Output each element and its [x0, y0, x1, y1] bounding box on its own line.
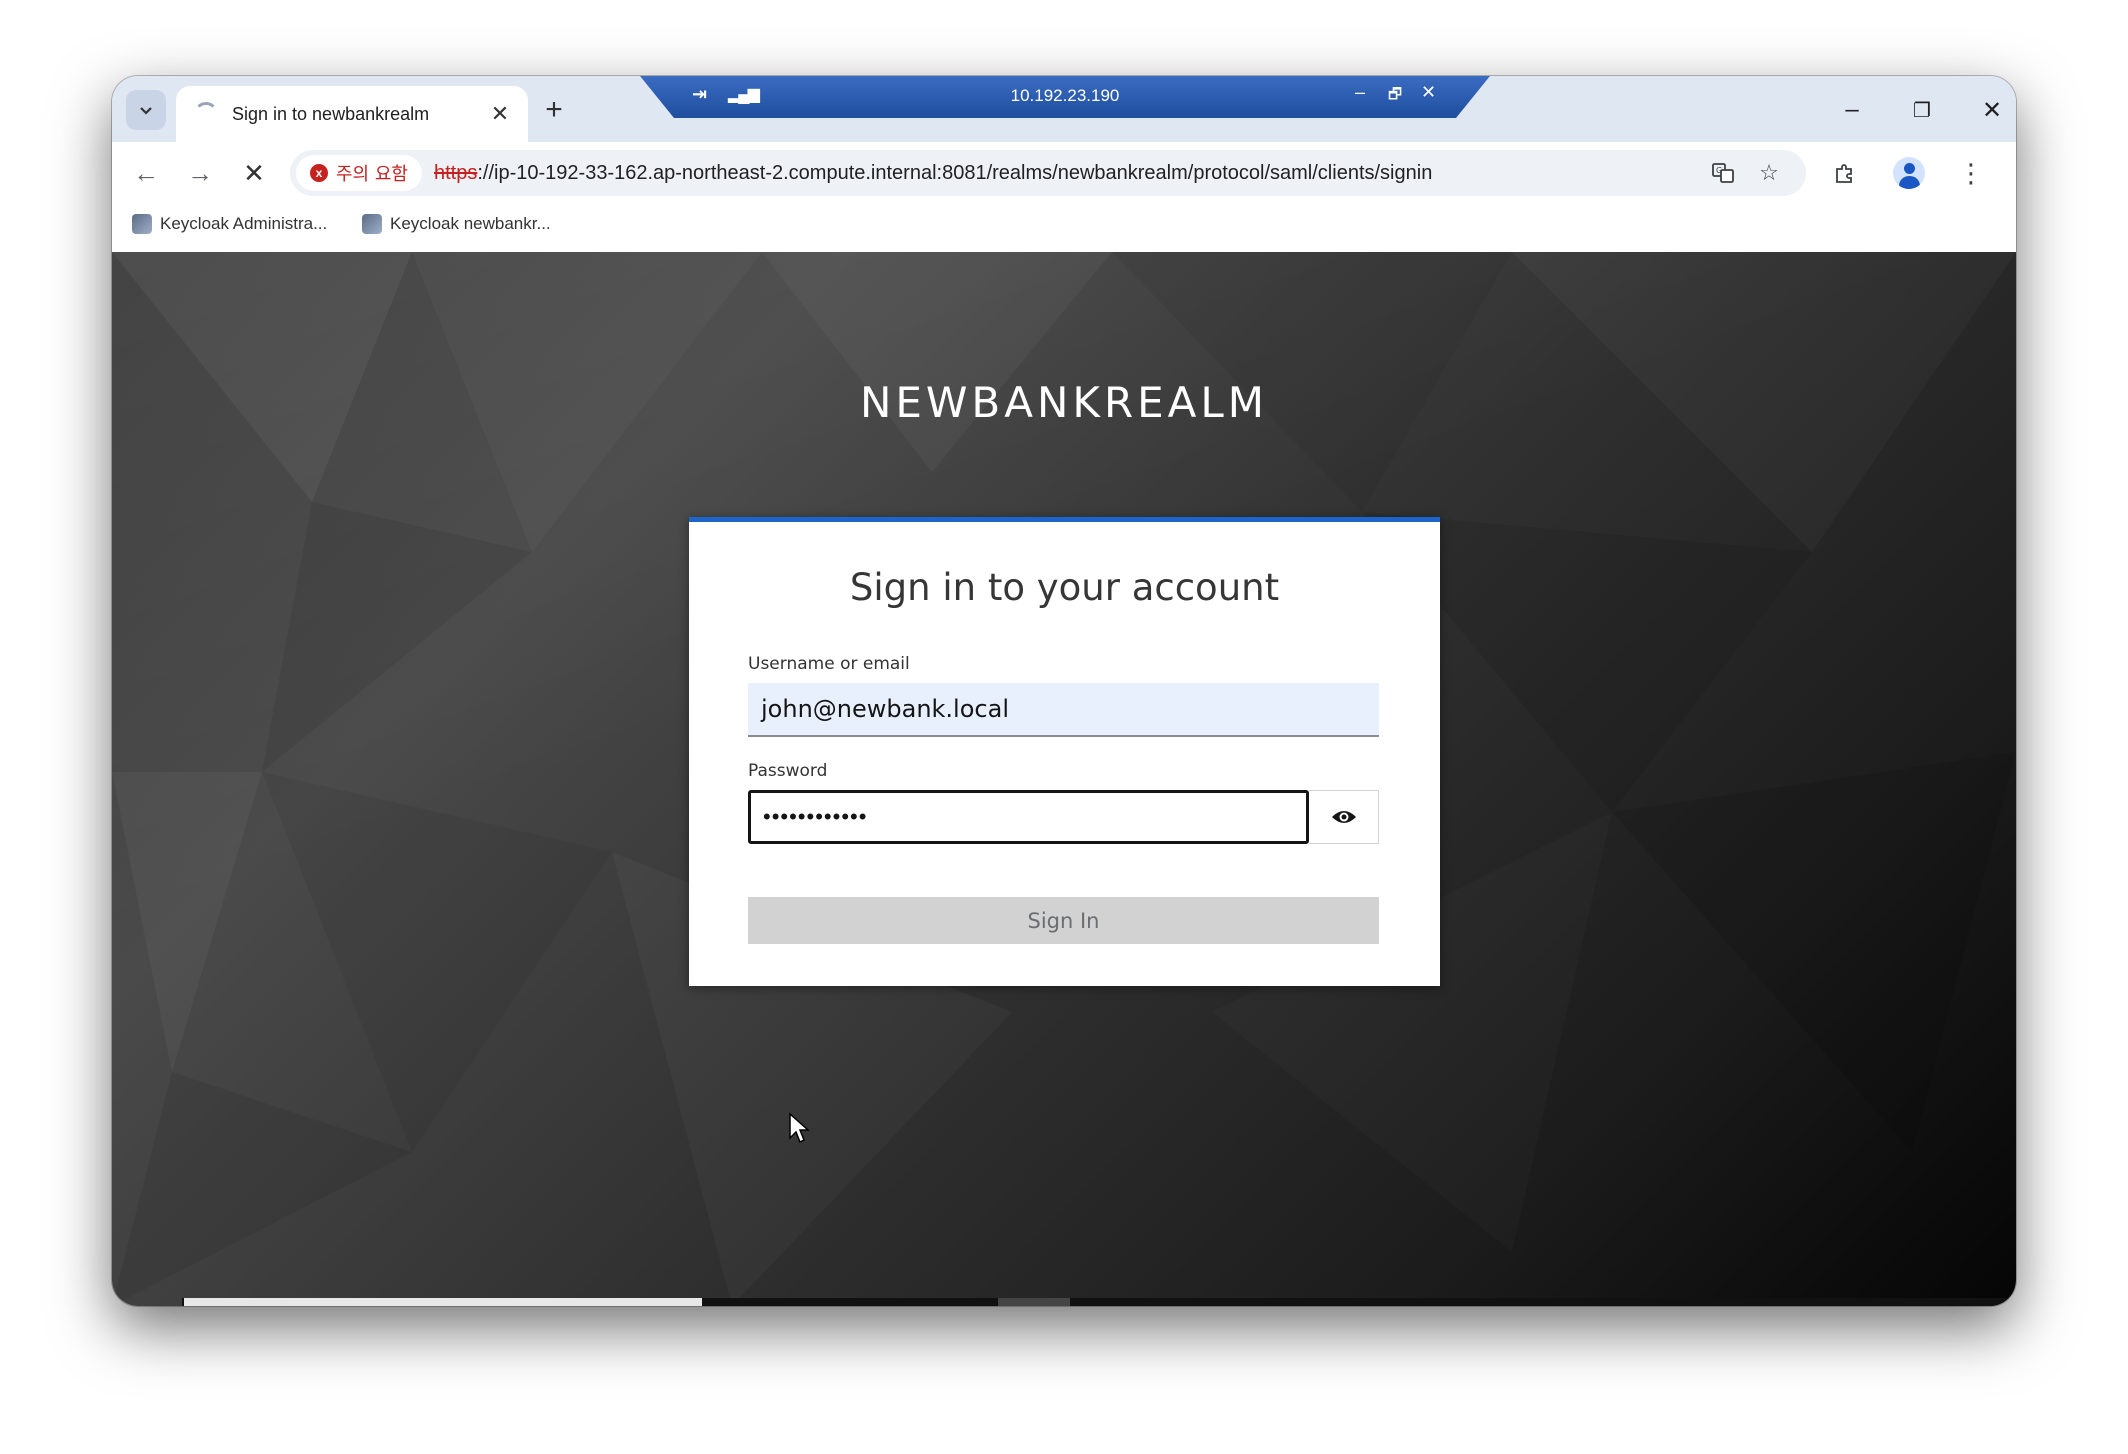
new-tab-button[interactable]: + [536, 92, 572, 128]
remote-desktop-bar: ⇥ ▂▄▆ 10.192.23.190 – 🗗 ✕ [640, 76, 1490, 118]
url-scheme: https [434, 162, 478, 184]
sign-in-button[interactable]: Sign In [748, 897, 1379, 944]
url-path: ://ip-10-192-33-162.ap-northeast-2.compu… [477, 162, 1433, 184]
loading-spinner-icon [194, 102, 218, 126]
window-restore-button[interactable]: ❐ [1902, 90, 1942, 130]
forward-arrow-icon[interactable]: → [180, 153, 220, 193]
svg-text:G: G [1716, 166, 1722, 175]
address-bar[interactable]: x 주의 요함 https://ip-10-192-33-162.ap-nort… [290, 150, 1806, 196]
keycloak-favicon-icon [132, 214, 152, 234]
rdp-close-icon[interactable]: ✕ [1421, 82, 1436, 103]
browser-toolbar: ← → ✕ x 주의 요함 https://ip-10-192-33-162.a… [112, 142, 2016, 204]
tab-strip: Sign in to newbankrealm ✕ + ⇥ ▂▄▆ 10.192… [112, 76, 2016, 142]
translate-icon[interactable]: G [1708, 158, 1738, 188]
keycloak-favicon-icon [362, 214, 382, 234]
profile-avatar-icon[interactable] [1893, 157, 1925, 189]
tab-search-button[interactable] [126, 90, 166, 130]
tab-title: Sign in to newbankrealm [232, 104, 430, 124]
more-menu-icon[interactable]: ⋮ [1952, 154, 1990, 192]
show-password-button[interactable] [1309, 790, 1379, 844]
scrollbar-thumb[interactable] [184, 1298, 702, 1306]
bookmark-item[interactable]: Keycloak newbankr... [362, 214, 551, 234]
tab-active[interactable]: Sign in to newbankrealm ✕ [176, 86, 528, 142]
bookmarks-bar: Keycloak Administra... Keycloak newbankr… [112, 204, 2016, 252]
url-text[interactable]: https://ip-10-192-33-162.ap-northeast-2.… [434, 162, 1432, 185]
window-close-button[interactable]: ✕ [1972, 90, 2012, 130]
page-title: Sign in to your account [849, 566, 1280, 609]
username-input[interactable]: john@newbank.local [748, 683, 1379, 737]
warning-icon: x [310, 164, 328, 182]
security-warning-chip[interactable]: x 주의 요함 [296, 155, 422, 191]
rdp-minimize-icon[interactable]: – [1355, 82, 1365, 103]
login-card: Sign in to your account Username or emai… [689, 517, 1440, 986]
back-arrow-icon[interactable]: ← [126, 153, 166, 193]
tab-close-icon[interactable]: ✕ [486, 100, 514, 128]
bookmark-label: Keycloak newbankr... [390, 214, 551, 233]
eye-icon [1331, 811, 1356, 823]
bookmark-label: Keycloak Administra... [160, 214, 328, 233]
browser-window: Sign in to newbankrealm ✕ + ⇥ ▂▄▆ 10.192… [112, 76, 2016, 1306]
scrollbar-marker [998, 1298, 1070, 1306]
bookmark-item[interactable]: Keycloak Administra... [132, 214, 327, 234]
chevron-down-icon [140, 107, 152, 115]
realm-title: NEWBANKREALM [859, 378, 1269, 427]
page-content: NEWBANKREALM Sign in to your account Use… [112, 252, 2016, 1306]
bookmark-star-icon[interactable]: ☆ [1754, 158, 1784, 188]
security-warning-label: 주의 요함 [336, 164, 408, 185]
password-label: Password [748, 761, 828, 781]
rdp-restore-icon[interactable]: 🗗 [1388, 84, 1402, 109]
stop-loading-icon[interactable]: ✕ [234, 153, 274, 193]
extensions-icon[interactable] [1826, 154, 1864, 192]
mouse-cursor-icon [789, 1112, 810, 1144]
password-input[interactable]: •••••••••••• [748, 790, 1309, 844]
username-label: Username or email [748, 654, 910, 674]
window-minimize-button[interactable]: – [1832, 90, 1872, 130]
